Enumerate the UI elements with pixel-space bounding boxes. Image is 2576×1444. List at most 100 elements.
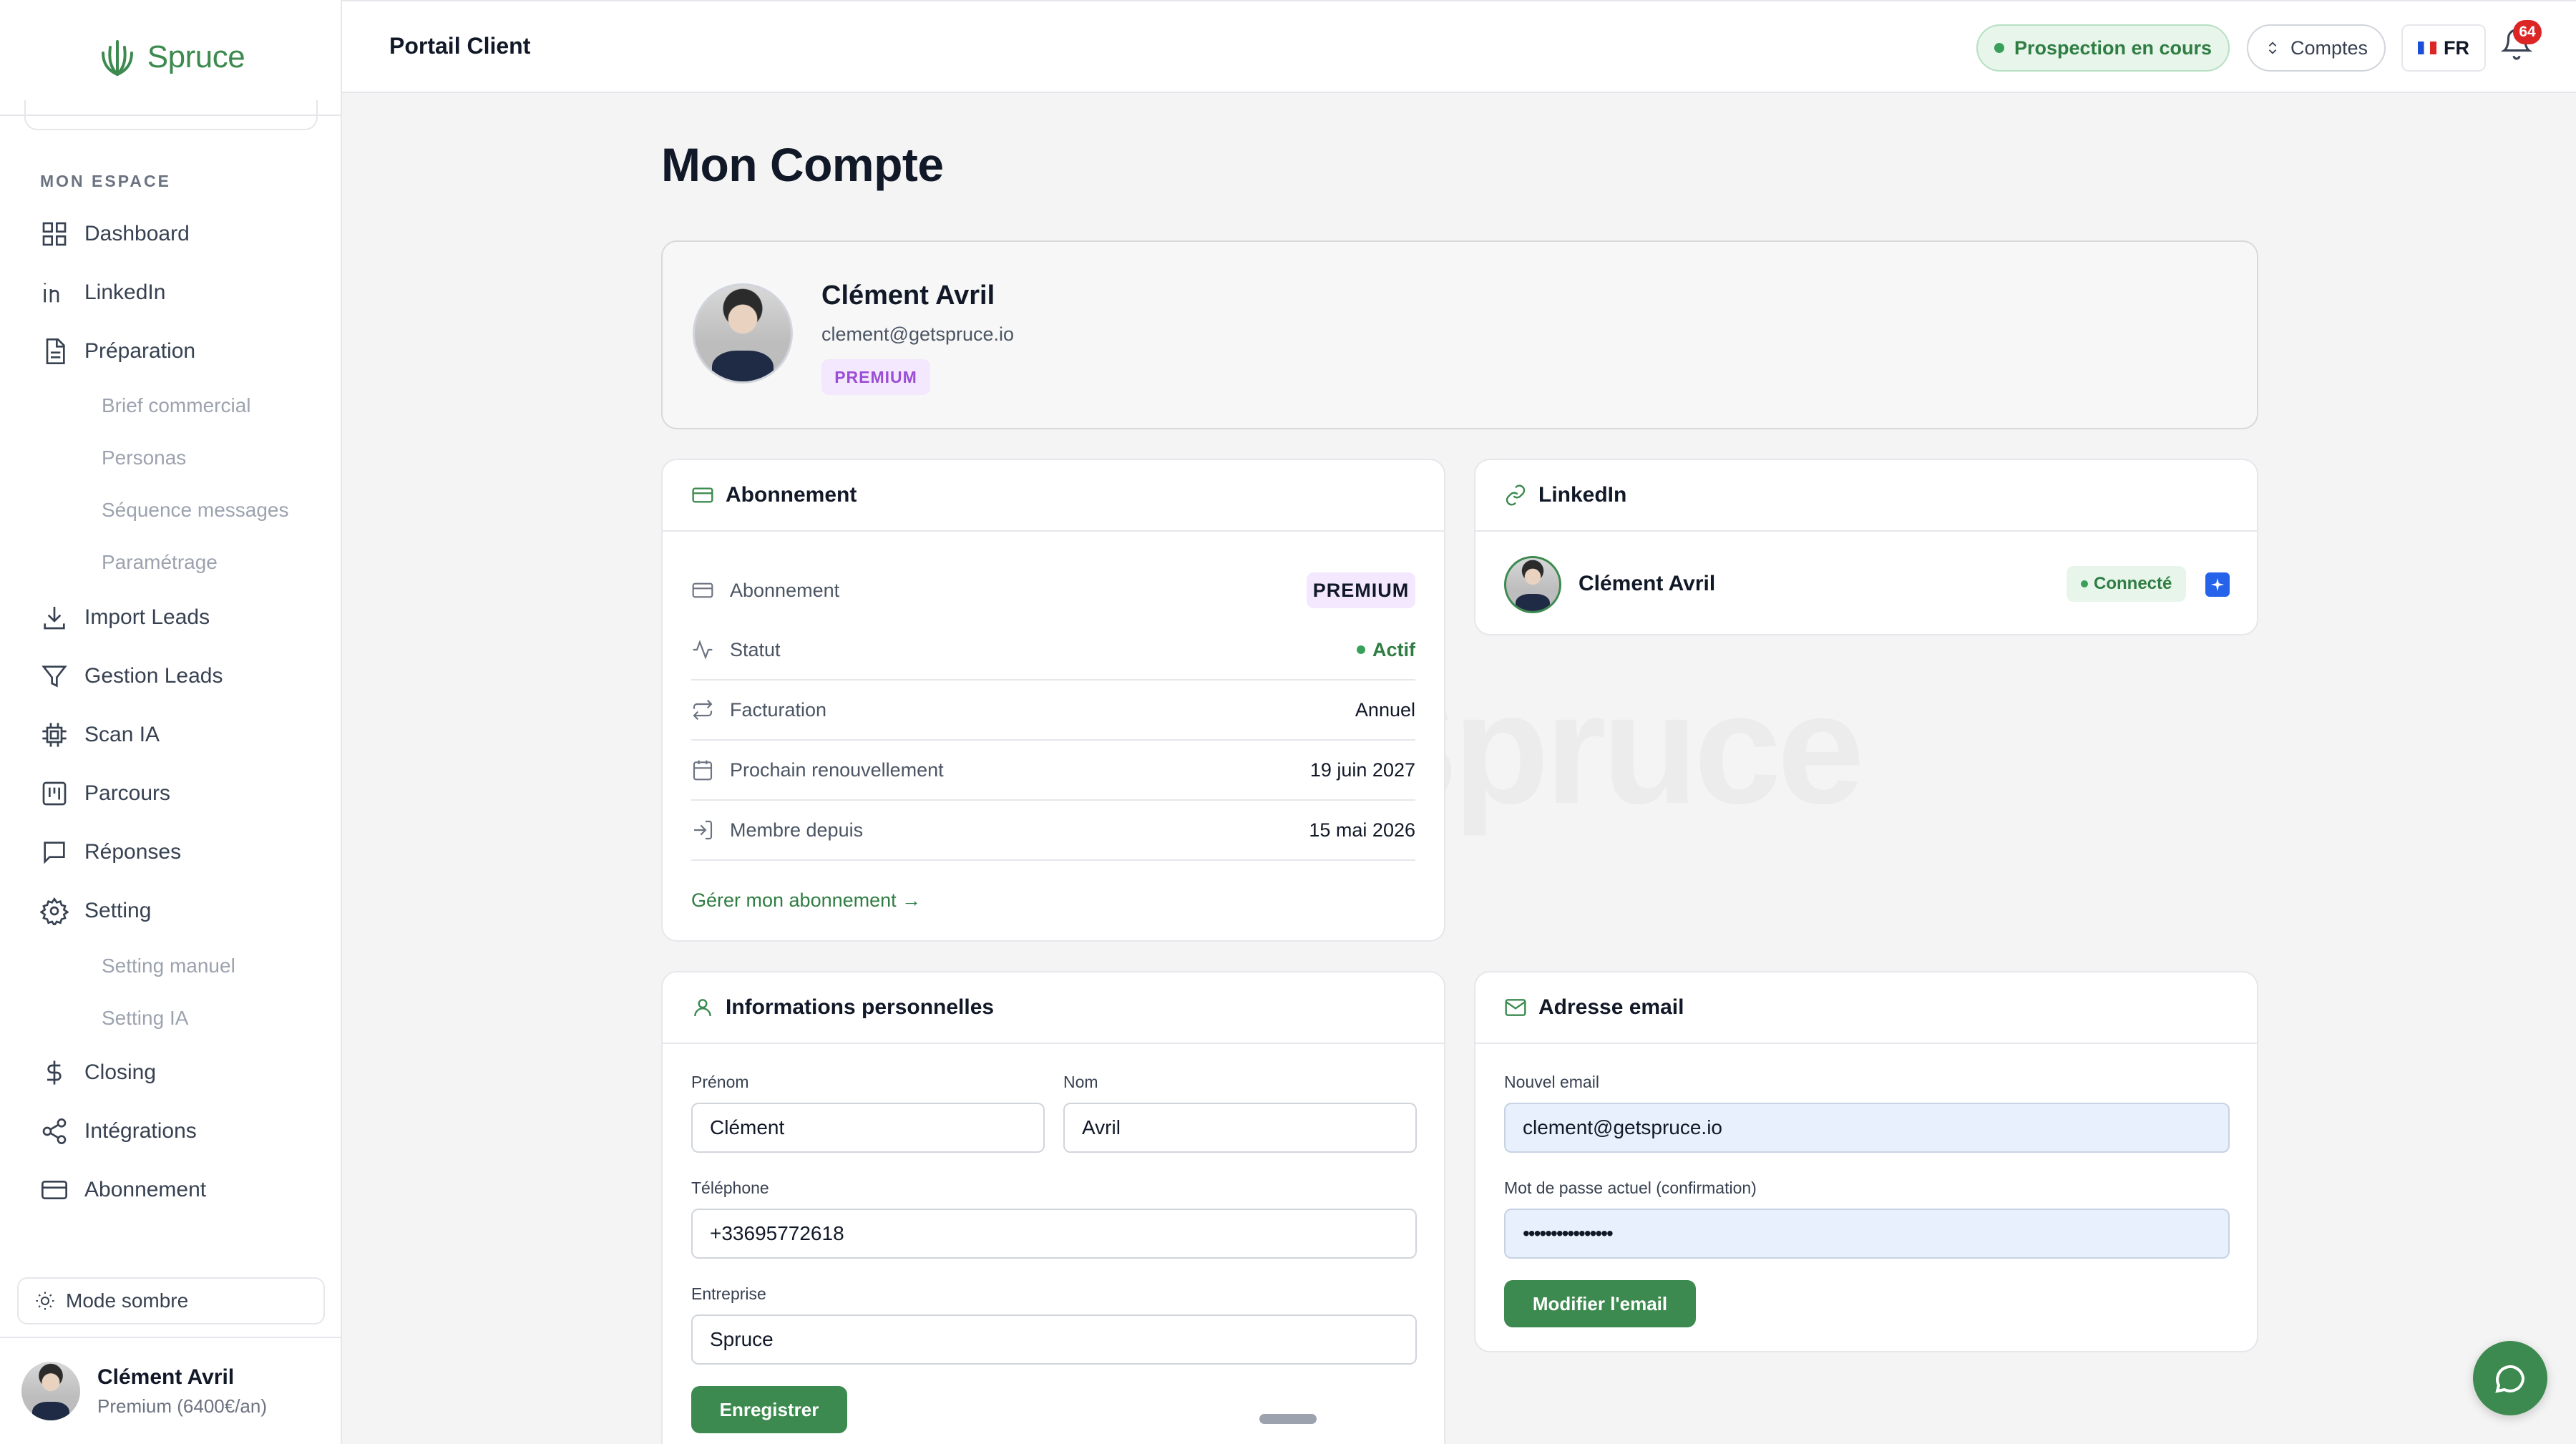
- phone-input[interactable]: +33695772618: [691, 1209, 1417, 1259]
- sidebar-subitem-sequence[interactable]: Séquence messages: [102, 492, 289, 528]
- sidebar-subitem-brief[interactable]: Brief commercial: [102, 388, 250, 424]
- row-value: 15 mai 2026: [1309, 819, 1415, 841]
- sidebar-subitem-parametrage[interactable]: Paramétrage: [102, 545, 218, 580]
- sidebar-item-closing[interactable]: Closing: [40, 1051, 156, 1094]
- subscription-card-header: Abonnement: [663, 460, 1444, 532]
- status-pill-label: Prospection en cours: [2014, 36, 2212, 59]
- chip-icon: [42, 723, 67, 747]
- row-value: 19 juin 2027: [1309, 758, 1415, 781]
- linkedin-name: Clément Avril: [1579, 572, 1716, 595]
- sidebar-item-dashboard[interactable]: Dashboard: [40, 213, 190, 255]
- sidebar: Spruce MON ESPACE Dashboard LinkedIn Pré…: [0, 0, 342, 1444]
- chevron-updown-icon: [2268, 42, 2277, 54]
- profile-name: Clément Avril: [821, 280, 995, 311]
- first-name-input[interactable]: Clément: [691, 1103, 1045, 1153]
- sidebar-item-preparation[interactable]: Préparation: [40, 330, 195, 373]
- sidebar-subitem-setting-manuel[interactable]: Setting manuel: [102, 948, 235, 984]
- linkedin-card-title: LinkedIn: [1538, 483, 1627, 507]
- accounts-button[interactable]: Comptes: [2247, 24, 2386, 72]
- sidebar-subitem-setting-ia[interactable]: Setting IA: [102, 1000, 188, 1036]
- language-selector[interactable]: FR: [2401, 24, 2486, 72]
- linkedin-connected-badge: Connecté: [2067, 566, 2187, 602]
- sidebar-item-integrations[interactable]: Intégrations: [40, 1110, 197, 1153]
- login-icon: [694, 820, 713, 840]
- status-text: Actif: [1372, 638, 1415, 660]
- linkedin-icon: [44, 283, 59, 303]
- link-icon: [1506, 484, 1526, 506]
- personal-info-card: Informations personnelles Prénom Clément…: [661, 971, 1445, 1444]
- subscription-card-title: Abonnement: [726, 483, 857, 507]
- last-name-input[interactable]: Avril: [1063, 1103, 1417, 1153]
- row-label: Prochain renouvellement: [730, 758, 944, 781]
- sidebar-item-label: Abonnement: [84, 1178, 207, 1201]
- spruce-logo-icon: [101, 40, 133, 76]
- company-label: Entreprise: [691, 1284, 766, 1303]
- profile-email: clement@getspruce.io: [821, 323, 1015, 345]
- brand-name: Spruce: [147, 39, 245, 74]
- calendar-icon: [693, 760, 713, 781]
- sidebar-item-label: LinkedIn: [84, 280, 166, 304]
- plan-badge: PREMIUM: [1307, 572, 1415, 608]
- user-name: Clément Avril: [97, 1365, 235, 1389]
- repeat-icon: [693, 699, 713, 721]
- sidebar-item-scan-ia[interactable]: Scan IA: [40, 713, 160, 756]
- linkedin-action-button[interactable]: [2205, 572, 2230, 597]
- manage-subscription-link[interactable]: Gérer mon abonnement →: [691, 889, 921, 912]
- sidebar-item-label: Intégrations: [84, 1119, 197, 1143]
- sidebar-item-label: Setting: [84, 899, 152, 922]
- new-email-label: Nouvel email: [1504, 1073, 1599, 1091]
- status-pill[interactable]: Prospection en cours: [1976, 24, 2230, 72]
- new-email-input[interactable]: clement@getspruce.io: [1504, 1103, 2230, 1153]
- row-label: Facturation: [730, 698, 827, 721]
- sidebar-item-label: Gestion Leads: [84, 664, 223, 688]
- chat-button[interactable]: [2473, 1341, 2547, 1415]
- first-name-label: Prénom: [691, 1073, 749, 1091]
- connected-label: Connecté: [2094, 574, 2172, 593]
- sidebar-item-label: Scan IA: [84, 723, 160, 746]
- accounts-label: Comptes: [2290, 36, 2368, 59]
- sidebar-item-label: Import Leads: [84, 605, 210, 629]
- linkedin-card: LinkedIn Clément Avril Connecté: [1474, 459, 2258, 635]
- sidebar-item-label: Réponses: [84, 840, 182, 864]
- activity-icon: [693, 640, 713, 660]
- sidebar-subitem-personas[interactable]: Personas: [102, 440, 186, 476]
- france-flag-icon: [2418, 42, 2436, 54]
- connected-dot: [2081, 580, 2088, 587]
- save-button[interactable]: Enregistrer: [691, 1386, 847, 1433]
- sidebar-user[interactable]: Clément Avril Premium (6400€/an): [0, 1337, 342, 1444]
- profile-avatar[interactable]: [693, 283, 793, 384]
- sidebar-item-label: Parcours: [84, 781, 171, 805]
- dark-mode-toggle[interactable]: Mode sombre: [17, 1277, 325, 1325]
- avatar: [21, 1362, 80, 1420]
- password-input[interactable]: ••••••••••••••••: [1504, 1209, 2230, 1259]
- company-input[interactable]: Spruce: [691, 1314, 1417, 1365]
- sidebar-item-gestion-leads[interactable]: Gestion Leads: [40, 655, 223, 698]
- section-label: MON ESPACE: [40, 172, 171, 190]
- sidebar-item-import-leads[interactable]: Import Leads: [40, 596, 210, 639]
- sparkle-icon: [2210, 577, 2225, 592]
- row-label: Statut: [730, 638, 781, 660]
- sidebar-search-stub[interactable]: [24, 100, 318, 130]
- grid-icon: [42, 222, 67, 246]
- sidebar-item-linkedin[interactable]: LinkedIn: [40, 271, 165, 314]
- password-label: Mot de passe actuel (confirmation): [1504, 1179, 1757, 1197]
- subscription-row-renewal: Prochain renouvellement 19 juin 2027: [691, 741, 1415, 801]
- change-email-button[interactable]: Modifier l'email: [1504, 1280, 1696, 1327]
- sidebar-item-parcours[interactable]: Parcours: [40, 772, 170, 815]
- status-value: Actif: [1357, 639, 1415, 661]
- chat-icon: [2495, 1365, 2525, 1393]
- sidebar-item-reponses[interactable]: Réponses: [40, 831, 181, 874]
- email-card: Adresse email Nouvel email clement@getsp…: [1474, 971, 2258, 1352]
- mail-icon: [1505, 999, 1526, 1016]
- subscription-row-status: Statut Actif: [691, 620, 1415, 680]
- sidebar-item-setting[interactable]: Setting: [40, 889, 151, 932]
- linkedin-card-header: LinkedIn: [1475, 460, 2257, 532]
- email-card-title: Adresse email: [1538, 995, 1684, 1019]
- message-icon: [44, 841, 65, 864]
- sidebar-item-abonnement[interactable]: Abonnement: [40, 1169, 206, 1211]
- subscription-row-member-since: Membre depuis 15 mai 2026: [691, 801, 1415, 861]
- last-name-label: Nom: [1063, 1073, 1098, 1091]
- scroll-indicator[interactable]: [1259, 1414, 1317, 1424]
- brand-logo[interactable]: Spruce: [0, 0, 341, 116]
- language-label: FR: [2444, 36, 2469, 59]
